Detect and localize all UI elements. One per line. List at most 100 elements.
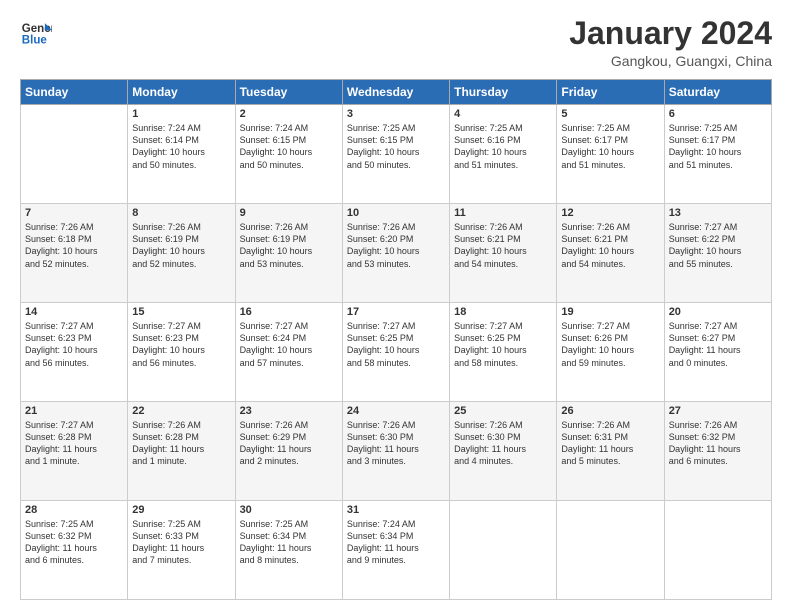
day-info: Sunrise: 7:27 AMSunset: 6:25 PMDaylight:…: [347, 320, 445, 369]
day-info: Sunrise: 7:26 AMSunset: 6:29 PMDaylight:…: [240, 419, 338, 468]
calendar-cell: 16 Sunrise: 7:27 AMSunset: 6:24 PMDayligh…: [235, 303, 342, 402]
calendar-cell: 11 Sunrise: 7:26 AMSunset: 6:21 PMDayligh…: [450, 204, 557, 303]
day-number: 24: [347, 405, 445, 417]
day-number: 13: [669, 207, 767, 219]
calendar-cell: 30 Sunrise: 7:25 AMSunset: 6:34 PMDayligh…: [235, 501, 342, 600]
header: General Blue January 2024 Gangkou, Guang…: [20, 16, 772, 69]
calendar-cell: 13 Sunrise: 7:27 AMSunset: 6:22 PMDayligh…: [664, 204, 771, 303]
day-number: 22: [132, 405, 230, 417]
day-number: 19: [561, 306, 659, 318]
logo: General Blue: [20, 16, 52, 48]
weekday-header: Thursday: [450, 80, 557, 105]
weekday-header: Tuesday: [235, 80, 342, 105]
calendar-cell: 29 Sunrise: 7:25 AMSunset: 6:33 PMDayligh…: [128, 501, 235, 600]
day-info: Sunrise: 7:25 AMSunset: 6:17 PMDaylight:…: [669, 122, 767, 171]
day-number: 21: [25, 405, 123, 417]
day-info: Sunrise: 7:25 AMSunset: 6:15 PMDaylight:…: [347, 122, 445, 171]
calendar-cell: 10 Sunrise: 7:26 AMSunset: 6:20 PMDayligh…: [342, 204, 449, 303]
day-number: 29: [132, 504, 230, 516]
day-info: Sunrise: 7:26 AMSunset: 6:28 PMDaylight:…: [132, 419, 230, 468]
day-info: Sunrise: 7:27 AMSunset: 6:24 PMDaylight:…: [240, 320, 338, 369]
day-number: 17: [347, 306, 445, 318]
day-info: Sunrise: 7:27 AMSunset: 6:23 PMDaylight:…: [25, 320, 123, 369]
day-number: 12: [561, 207, 659, 219]
day-number: 14: [25, 306, 123, 318]
day-info: Sunrise: 7:25 AMSunset: 6:34 PMDaylight:…: [240, 518, 338, 567]
day-number: 11: [454, 207, 552, 219]
day-info: Sunrise: 7:27 AMSunset: 6:22 PMDaylight:…: [669, 221, 767, 270]
calendar-cell: 24 Sunrise: 7:26 AMSunset: 6:30 PMDayligh…: [342, 402, 449, 501]
day-number: 25: [454, 405, 552, 417]
weekday-header: Saturday: [664, 80, 771, 105]
day-number: 10: [347, 207, 445, 219]
month-title: January 2024: [569, 16, 772, 51]
calendar-cell: 28 Sunrise: 7:25 AMSunset: 6:32 PMDayligh…: [21, 501, 128, 600]
day-info: Sunrise: 7:24 AMSunset: 6:14 PMDaylight:…: [132, 122, 230, 171]
day-number: 15: [132, 306, 230, 318]
day-number: 18: [454, 306, 552, 318]
calendar-cell: 2 Sunrise: 7:24 AMSunset: 6:15 PMDaylight…: [235, 105, 342, 204]
day-info: Sunrise: 7:24 AMSunset: 6:15 PMDaylight:…: [240, 122, 338, 171]
calendar-cell: 1 Sunrise: 7:24 AMSunset: 6:14 PMDaylight…: [128, 105, 235, 204]
calendar-cell: 9Sunrise: 7:26 AMSunset: 6:19 PMDaylight…: [235, 204, 342, 303]
day-info: Sunrise: 7:26 AMSunset: 6:21 PMDaylight:…: [561, 221, 659, 270]
calendar-cell: [557, 501, 664, 600]
title-block: January 2024 Gangkou, Guangxi, China: [569, 16, 772, 69]
day-info: Sunrise: 7:26 AMSunset: 6:30 PMDaylight:…: [454, 419, 552, 468]
day-number: 31: [347, 504, 445, 516]
calendar-cell: 20 Sunrise: 7:27 AMSunset: 6:27 PMDayligh…: [664, 303, 771, 402]
calendar-cell: 18 Sunrise: 7:27 AMSunset: 6:25 PMDayligh…: [450, 303, 557, 402]
calendar-cell: 25 Sunrise: 7:26 AMSunset: 6:30 PMDayligh…: [450, 402, 557, 501]
day-number: 8: [132, 207, 230, 219]
day-info: Sunrise: 7:27 AMSunset: 6:28 PMDaylight:…: [25, 419, 123, 468]
calendar-table: SundayMondayTuesdayWednesdayThursdayFrid…: [20, 79, 772, 600]
day-number: 1: [132, 108, 230, 120]
day-info: Sunrise: 7:24 AMSunset: 6:34 PMDaylight:…: [347, 518, 445, 567]
calendar-cell: [21, 105, 128, 204]
day-number: 23: [240, 405, 338, 417]
calendar-cell: 19 Sunrise: 7:27 AMSunset: 6:26 PMDayligh…: [557, 303, 664, 402]
calendar-cell: 4Sunrise: 7:25 AMSunset: 6:16 PMDaylight…: [450, 105, 557, 204]
weekday-header: Friday: [557, 80, 664, 105]
day-info: Sunrise: 7:27 AMSunset: 6:23 PMDaylight:…: [132, 320, 230, 369]
calendar-cell: 12 Sunrise: 7:26 AMSunset: 6:21 PMDayligh…: [557, 204, 664, 303]
day-number: 16: [240, 306, 338, 318]
calendar-cell: [664, 501, 771, 600]
day-info: Sunrise: 7:26 AMSunset: 6:30 PMDaylight:…: [347, 419, 445, 468]
day-info: Sunrise: 7:27 AMSunset: 6:25 PMDaylight:…: [454, 320, 552, 369]
day-info: Sunrise: 7:26 AMSunset: 6:18 PMDaylight:…: [25, 221, 123, 270]
calendar-cell: 5Sunrise: 7:25 AMSunset: 6:17 PMDaylight…: [557, 105, 664, 204]
day-info: Sunrise: 7:25 AMSunset: 6:32 PMDaylight:…: [25, 518, 123, 567]
day-number: 26: [561, 405, 659, 417]
location-subtitle: Gangkou, Guangxi, China: [569, 53, 772, 69]
logo-icon: General Blue: [20, 16, 52, 48]
day-info: Sunrise: 7:26 AMSunset: 6:19 PMDaylight:…: [132, 221, 230, 270]
day-number: 30: [240, 504, 338, 516]
day-info: Sunrise: 7:26 AMSunset: 6:31 PMDaylight:…: [561, 419, 659, 468]
day-number: 27: [669, 405, 767, 417]
day-info: Sunrise: 7:27 AMSunset: 6:27 PMDaylight:…: [669, 320, 767, 369]
calendar-cell: 26 Sunrise: 7:26 AMSunset: 6:31 PMDayligh…: [557, 402, 664, 501]
day-number: 28: [25, 504, 123, 516]
day-number: 5: [561, 108, 659, 120]
day-number: 20: [669, 306, 767, 318]
day-info: Sunrise: 7:26 AMSunset: 6:20 PMDaylight:…: [347, 221, 445, 270]
weekday-header: Wednesday: [342, 80, 449, 105]
svg-text:Blue: Blue: [22, 35, 48, 47]
page: General Blue January 2024 Gangkou, Guang…: [0, 0, 792, 612]
calendar-cell: [450, 501, 557, 600]
calendar-cell: 6 Sunrise: 7:25 AMSunset: 6:17 PMDaylight…: [664, 105, 771, 204]
calendar-cell: 21 Sunrise: 7:27 AMSunset: 6:28 PMDayligh…: [21, 402, 128, 501]
calendar-cell: 23 Sunrise: 7:26 AMSunset: 6:29 PMDayligh…: [235, 402, 342, 501]
day-number: 6: [669, 108, 767, 120]
day-info: Sunrise: 7:25 AMSunset: 6:16 PMDaylight:…: [454, 122, 552, 171]
calendar-cell: 3Sunrise: 7:25 AMSunset: 6:15 PMDaylight…: [342, 105, 449, 204]
day-info: Sunrise: 7:26 AMSunset: 6:32 PMDaylight:…: [669, 419, 767, 468]
day-info: Sunrise: 7:25 AMSunset: 6:33 PMDaylight:…: [132, 518, 230, 567]
day-info: Sunrise: 7:26 AMSunset: 6:21 PMDaylight:…: [454, 221, 552, 270]
calendar-cell: 8 Sunrise: 7:26 AMSunset: 6:19 PMDaylight…: [128, 204, 235, 303]
weekday-header: Monday: [128, 80, 235, 105]
day-info: Sunrise: 7:27 AMSunset: 6:26 PMDaylight:…: [561, 320, 659, 369]
calendar-cell: 7Sunrise: 7:26 AMSunset: 6:18 PMDaylight…: [21, 204, 128, 303]
day-number: 2: [240, 108, 338, 120]
